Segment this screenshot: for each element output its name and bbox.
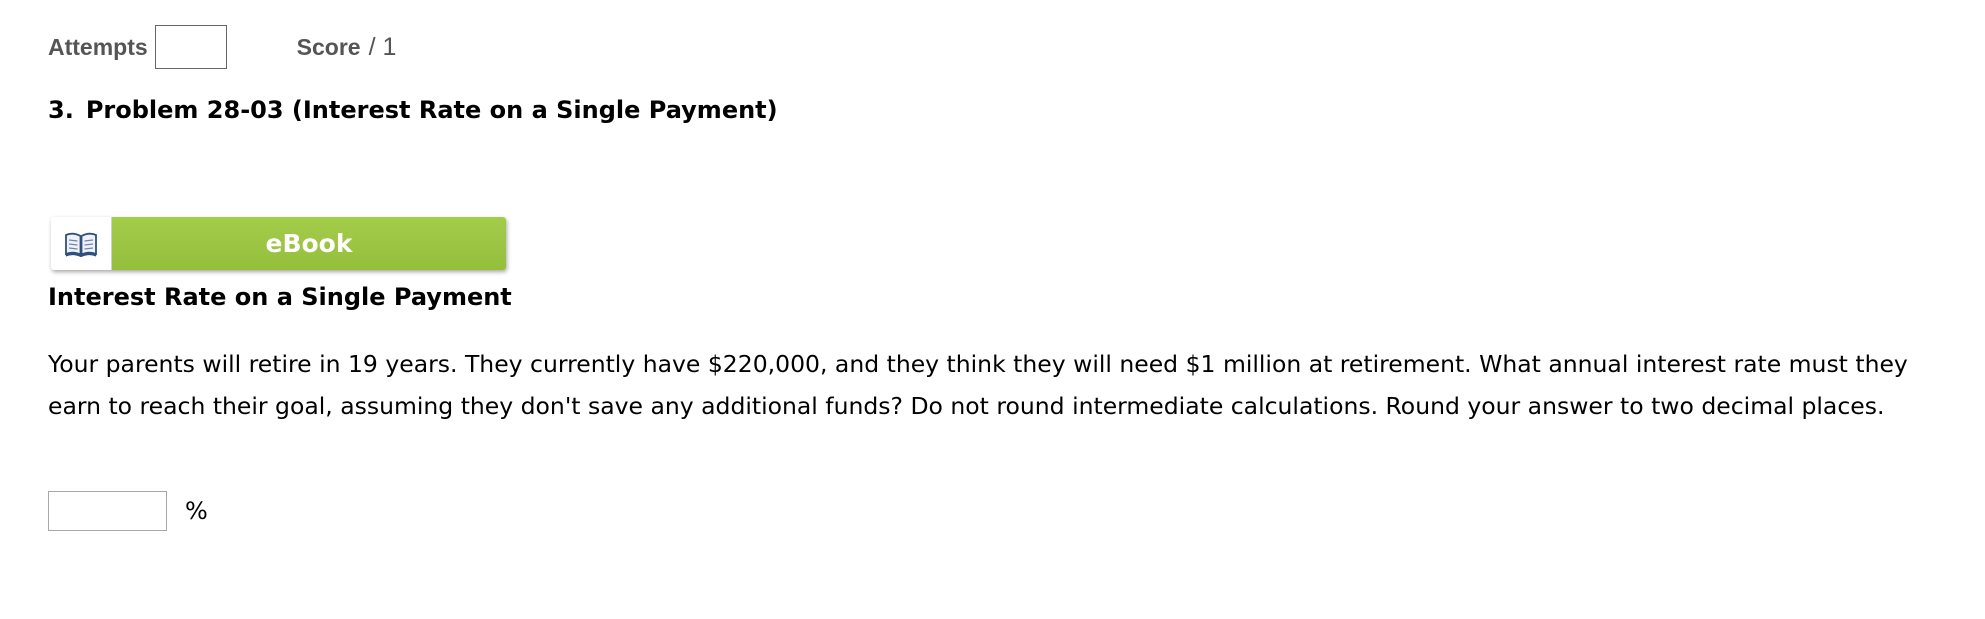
- section-subheading: Interest Rate on a Single Payment: [48, 283, 512, 311]
- percent-unit-label: %: [185, 497, 208, 525]
- problem-title: Problem 28-03 (Interest Rate on a Single…: [85, 96, 778, 124]
- answer-row: %: [48, 491, 208, 531]
- attempts-count-box: [154, 25, 227, 69]
- open-book-icon: [51, 217, 112, 270]
- problem-number: 3.: [48, 96, 74, 124]
- answer-input[interactable]: [48, 491, 167, 531]
- score-total: / 1: [368, 32, 397, 61]
- question-text: Your parents will retire in 19 years. Th…: [48, 350, 1908, 420]
- ebook-button[interactable]: eBook: [51, 217, 506, 270]
- ebook-label: eBook: [112, 217, 506, 270]
- attempts-label: Attempts: [48, 33, 148, 60]
- attempts-score-bar: Attempts Score / 1: [48, 23, 396, 71]
- score-label: Score: [296, 33, 361, 60]
- problem-heading: 3. Problem 28-03 (Interest Rate on a Sing…: [48, 96, 778, 124]
